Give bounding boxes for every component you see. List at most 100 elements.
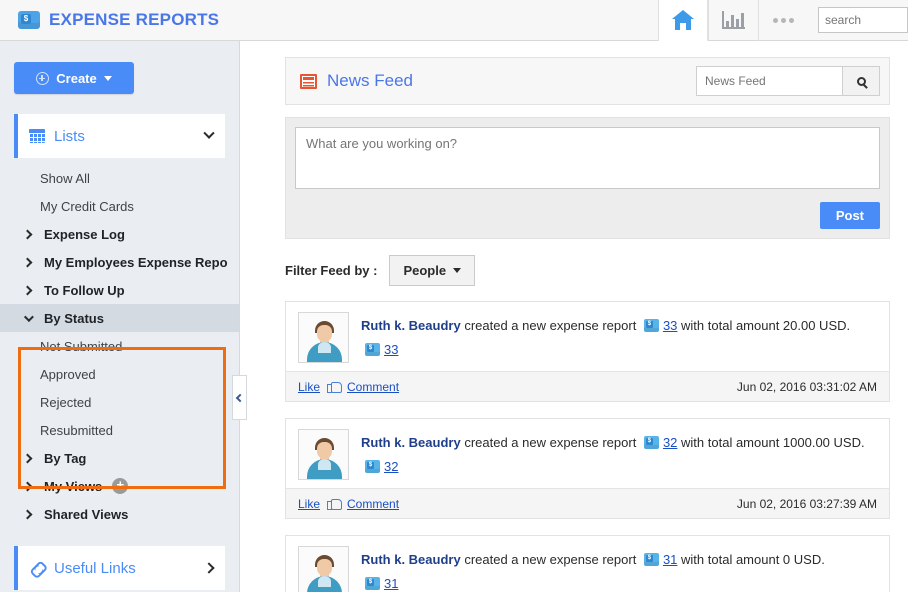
feed-item-tail: with total amount 0 USD. (681, 552, 825, 567)
feed-item-body: Ruth k. Beaudry created a new expense re… (286, 302, 889, 371)
feed-item-author[interactable]: Ruth k. Beaudry (361, 318, 461, 333)
feed-item-attachment-link[interactable]: 32 (384, 459, 398, 474)
expense-report-icon (643, 553, 659, 566)
app-title: EXPENSE REPORTS (49, 10, 220, 29)
feed-item-ref-link[interactable]: 32 (663, 435, 677, 450)
filter-feed-label: Filter Feed by : (285, 262, 378, 278)
news-feed-list: Ruth k. Beaudry created a new expense re… (285, 301, 890, 592)
like-button[interactable]: Like (298, 497, 320, 511)
chevron-down-icon (23, 311, 34, 322)
chevron-right-icon (203, 562, 215, 574)
post-composer-input[interactable] (295, 127, 880, 189)
chevron-right-icon (22, 481, 33, 491)
sidebar-item-label: Expense Log (44, 226, 125, 242)
feed-item-attachment-link[interactable]: 33 (384, 342, 398, 357)
sidebar-item-label: To Follow Up (44, 282, 125, 298)
feed-item-action: created a new expense report (464, 318, 637, 333)
sidebar-item-shared-views[interactable]: Shared Views (0, 500, 239, 528)
feed-item: Ruth k. Beaudry created a new expense re… (285, 535, 890, 592)
sidebar-item-my-employees-expense-reports[interactable]: My Employees Expense Repo (0, 248, 239, 276)
top-header-bar: EXPENSE REPORTS (0, 0, 908, 41)
filter-feed-dropdown[interactable]: People (389, 254, 476, 286)
thumbs-up-icon[interactable] (327, 498, 343, 510)
feed-item-footer: Like Comment Jun 02, 2016 03:27:39 AM (286, 488, 889, 518)
chevron-right-icon (22, 257, 33, 267)
feed-item-body: Ruth k. Beaudry created a new expense re… (286, 419, 889, 488)
sidebar-nav-list: Show All My Credit Cards Expense Log My … (0, 164, 239, 528)
chevron-left-icon (235, 393, 244, 402)
filter-feed-dropdown-value: People (403, 262, 447, 278)
sidebar-item-label: Not Submitted (40, 338, 123, 354)
sidebar-item-label: By Tag (44, 450, 87, 466)
post-button[interactable]: Post (819, 202, 880, 229)
filter-feed-row: Filter Feed by : People (285, 254, 890, 286)
sidebar-item-approved[interactable]: Approved (0, 360, 239, 388)
feed-item-tail: with total amount 20.00 USD. (681, 318, 851, 333)
sidebar-item-by-tag[interactable]: By Tag (0, 444, 239, 472)
feed-item-action: created a new expense report (464, 552, 637, 567)
sidebar-item-label: Shared Views (44, 506, 129, 522)
sidebar-section-lists-label: Lists (54, 127, 85, 145)
feed-item-text: Ruth k. Beaudry created a new expense re… (361, 546, 877, 592)
global-search-input[interactable] (818, 7, 908, 33)
sidebar-item-label: My Views (44, 478, 103, 494)
sidebar-item-my-credit-cards[interactable]: My Credit Cards (0, 192, 239, 220)
nav-more-button[interactable] (758, 0, 808, 41)
feed-item-ref-link[interactable]: 33 (663, 318, 677, 333)
expense-report-icon (643, 319, 659, 332)
news-feed-search-input[interactable] (696, 66, 842, 96)
avatar (298, 312, 349, 363)
wallet-icon (18, 11, 40, 29)
add-view-button[interactable]: + (112, 478, 129, 494)
like-button[interactable]: Like (298, 380, 320, 394)
sidebar-item-show-all[interactable]: Show All (0, 164, 239, 192)
sidebar-section-useful-links[interactable]: Useful Links (14, 546, 225, 590)
search-icon (856, 76, 866, 86)
feed-item-summary: Ruth k. Beaudry created a new expense re… (361, 316, 877, 336)
sidebar-item-label: By Status (44, 310, 104, 326)
feed-item-footer: Like Comment Jun 02, 2016 03:31:02 AM (286, 371, 889, 401)
feed-item-summary: Ruth k. Beaudry created a new expense re… (361, 433, 877, 453)
thumbs-up-icon[interactable] (327, 381, 343, 393)
sidebar-item-by-status[interactable]: By Status (0, 304, 239, 332)
grid-icon (29, 129, 45, 143)
feed-item-author[interactable]: Ruth k. Beaudry (361, 552, 461, 567)
feed-item-attachment: 31 (361, 576, 877, 591)
sidebar-item-expense-log[interactable]: Expense Log (0, 220, 239, 248)
comment-button[interactable]: Comment (347, 380, 399, 394)
feed-item: Ruth k. Beaudry created a new expense re… (285, 418, 890, 519)
feed-item-action: created a new expense report (464, 435, 637, 450)
feed-item-ref-link[interactable]: 31 (663, 552, 677, 567)
feed-item-attachment-link[interactable]: 31 (384, 576, 398, 591)
feed-item-text: Ruth k. Beaudry created a new expense re… (361, 312, 877, 363)
nav-home-button[interactable] (658, 0, 708, 41)
feed-item-body: Ruth k. Beaudry created a new expense re… (286, 536, 889, 592)
header-nav (658, 0, 808, 41)
comment-button[interactable]: Comment (347, 497, 399, 511)
sidebar-collapse-handle[interactable] (232, 375, 247, 420)
post-composer: Post (285, 117, 890, 239)
news-feed-search (696, 66, 880, 96)
sidebar-item-label: Approved (40, 366, 96, 382)
sidebar-item-resubmitted[interactable]: Resubmitted (0, 416, 239, 444)
nav-reports-button[interactable] (708, 0, 758, 41)
feed-item-timestamp: Jun 02, 2016 03:27:39 AM (736, 496, 877, 511)
main-content: News Feed Post Filter Feed by : People (241, 41, 908, 592)
chart-bars-icon (722, 11, 745, 29)
sidebar-item-my-views[interactable]: My Views + (0, 472, 239, 500)
chevron-right-icon (22, 229, 33, 239)
feed-item-timestamp: Jun 02, 2016 03:31:02 AM (736, 379, 877, 394)
chevron-right-icon (22, 509, 33, 519)
sidebar-section-lists[interactable]: Lists (14, 114, 225, 158)
expense-report-icon (365, 577, 380, 590)
news-feed-search-button[interactable] (842, 66, 880, 96)
sidebar-item-to-follow-up[interactable]: To Follow Up (0, 276, 239, 304)
create-button[interactable]: Create (14, 62, 134, 94)
sidebar-item-label: Resubmitted (40, 422, 113, 438)
expense-report-icon (365, 460, 380, 473)
sidebar-item-not-submitted[interactable]: Not Submitted (0, 332, 239, 360)
expense-report-icon (643, 436, 659, 449)
feed-item-author[interactable]: Ruth k. Beaudry (361, 435, 461, 450)
news-feed-header: News Feed (285, 57, 890, 105)
sidebar-item-rejected[interactable]: Rejected (0, 388, 239, 416)
